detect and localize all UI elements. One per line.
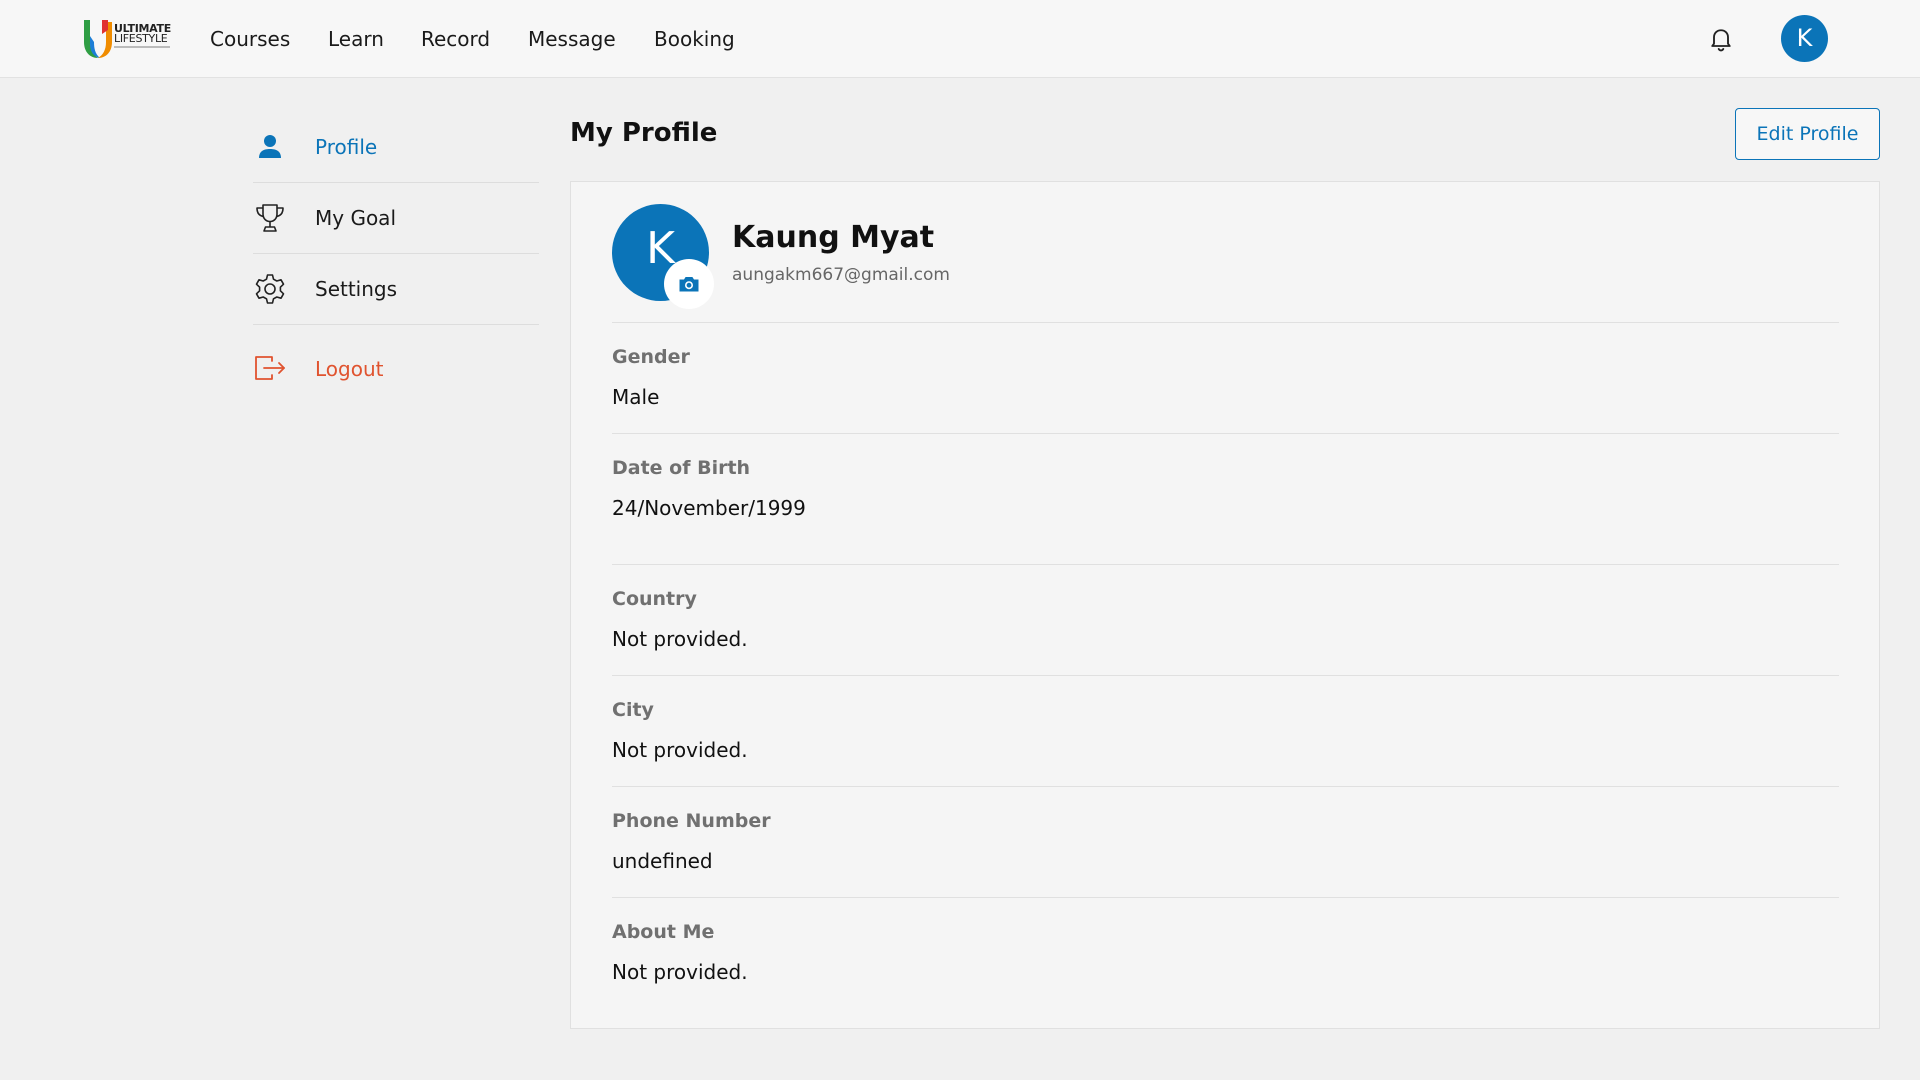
- nav-booking[interactable]: Booking: [654, 0, 735, 78]
- field-label-gender: Gender: [612, 346, 690, 368]
- sidebar-item-label: Profile: [315, 135, 378, 159]
- profile-card: K Kaung Myat aungakm667@gmail.com Gender…: [570, 181, 1880, 1029]
- nav-learn[interactable]: Learn: [328, 0, 384, 78]
- logo-mark-icon: [84, 20, 112, 58]
- camera-icon: [679, 277, 699, 292]
- edit-profile-button[interactable]: Edit Profile: [1735, 108, 1880, 160]
- profile-name: Kaung Myat: [732, 220, 935, 255]
- nav-courses[interactable]: Courses: [210, 0, 290, 78]
- logout-label: Logout: [315, 357, 384, 381]
- sidebar-item-logout[interactable]: Logout: [253, 325, 539, 413]
- divider: [612, 675, 1839, 676]
- field-label-phone-number: Phone Number: [612, 810, 771, 832]
- gear-icon: [253, 272, 287, 306]
- divider: [612, 322, 1839, 323]
- divider: [612, 433, 1839, 434]
- brand-logo[interactable]: ULTIMATE LIFESTYLE: [80, 16, 172, 60]
- sidebar-item-label: Settings: [315, 277, 398, 301]
- nav-message[interactable]: Message: [528, 0, 616, 78]
- field-value-phone-number: undefined: [612, 849, 713, 873]
- bell-icon[interactable]: [1707, 25, 1735, 53]
- profile-email: aungakm667@gmail.com: [732, 265, 950, 285]
- sidebar-item-settings[interactable]: Settings: [253, 254, 539, 325]
- logout-icon: [253, 351, 287, 385]
- sidebar-item-label: My Goal: [315, 206, 396, 230]
- field-label-date-of-birth: Date of Birth: [612, 457, 751, 479]
- field-value-about-me: Not provided.: [612, 960, 748, 984]
- field-label-country: Country: [612, 588, 697, 610]
- field-label-about-me: About Me: [612, 921, 715, 943]
- logo-tagline-decoration: [114, 46, 170, 48]
- divider: [612, 897, 1839, 898]
- field-value-country: Not provided.: [612, 627, 748, 651]
- change-photo-button[interactable]: [664, 259, 714, 309]
- field-value-city: Not provided.: [612, 738, 748, 762]
- nav-record[interactable]: Record: [421, 0, 490, 78]
- sidebar-item-my-goal[interactable]: My Goal: [253, 183, 539, 254]
- user-icon: [253, 130, 287, 164]
- divider: [612, 786, 1839, 787]
- top-navbar: ULTIMATE LIFESTYLE Courses Learn Record …: [0, 0, 1920, 78]
- trophy-icon: [253, 201, 287, 235]
- user-avatar-menu[interactable]: K: [1781, 15, 1828, 62]
- field-label-city: City: [612, 699, 654, 721]
- divider: [612, 564, 1839, 565]
- field-value-date-of-birth: 24/November/1999: [612, 496, 806, 520]
- sidebar-item-profile[interactable]: Profile: [253, 112, 539, 183]
- logo-text-line2: LIFESTYLE: [114, 32, 168, 45]
- field-value-gender: Male: [612, 385, 660, 409]
- profile-sidebar: Profile My Goal Settings Logout: [253, 112, 539, 413]
- page-title: My Profile: [570, 118, 718, 148]
